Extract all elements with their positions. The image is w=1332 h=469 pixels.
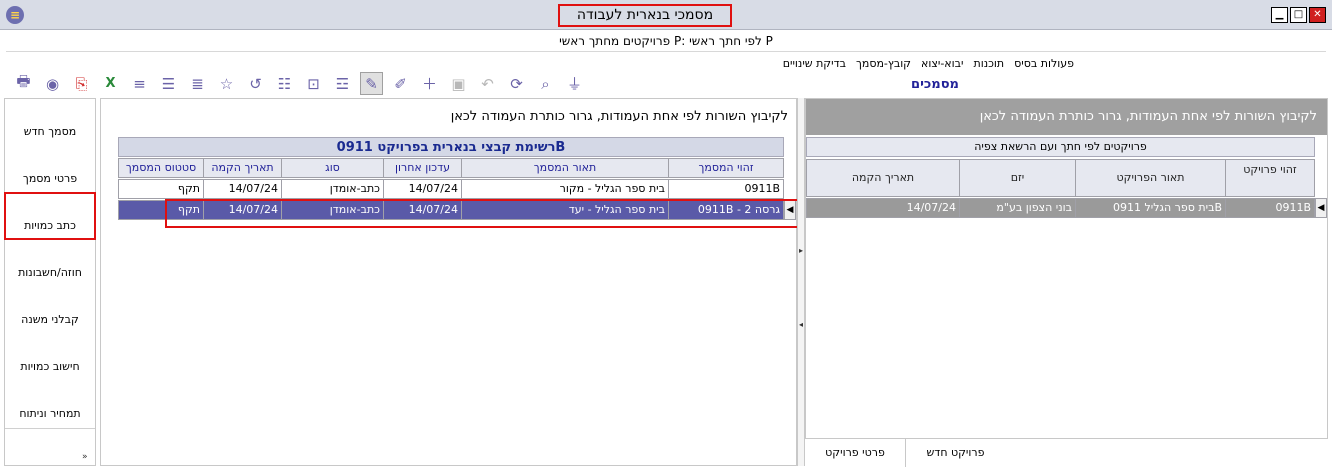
table-row-cell[interactable]: 0911B [668,179,784,199]
refresh-icon[interactable]: ⟳ [505,72,528,95]
title-bar: ≡ מסמכי בנארית לעבודה ▁ □ ✕ [0,0,1332,30]
table-row-cell[interactable]: תקף [118,179,204,199]
nav-scroll-down-icon[interactable]: » [82,452,88,462]
sub-header: פרויקטים מחתך ראשי P: לפי חתך ראשי P [6,30,1326,52]
col-project-id[interactable]: זהוי פרויקט [1225,159,1315,197]
col-type[interactable]: סוג [281,158,384,178]
minimize-button[interactable]: ▁ [1271,7,1288,23]
table-row-cell[interactable]: 14/07/24 [203,179,282,199]
search-icon[interactable]: ⌕ [534,72,557,95]
nav-quantity-calc[interactable]: חישוב כמויות [5,334,95,382]
table-row-cell[interactable]: 0911B - גרסה 2 [668,200,784,220]
maximize-button[interactable]: □ [1290,7,1307,23]
undo-icon[interactable]: ↶ [476,72,499,95]
menu-basic-actions[interactable]: פעולות בסיס [1014,55,1074,73]
group-drag-area[interactable]: לקיבוץ השורות לפי אחת העמודות, גרור כותר… [101,99,796,135]
align-icon[interactable]: ☷ [273,72,296,95]
table-row-cell[interactable]: תקף [118,200,204,220]
filter-icon[interactable]: ⏚ [563,72,586,95]
menu-check-changes[interactable]: בדיקת שינויים [783,55,846,73]
save-icon[interactable]: ▣ [447,72,470,95]
menu-import-export[interactable]: יבוא-יצוא [921,55,963,73]
list-icon[interactable]: ☲ [331,72,354,95]
nav-contract-accounts[interactable]: חוזה/חשבונות [5,240,95,288]
plus-icon[interactable]: ＋ [418,72,441,95]
grid-caption: רשימת קבצי בנארית בפרויקט 0911B [118,137,784,157]
menu-programs[interactable]: תוכנות [973,55,1004,73]
nav-pricing-analysis[interactable]: תמחיר וניתוח [5,381,95,429]
window-controls: ▁ □ ✕ [1271,7,1326,23]
splitter-left-icon[interactable]: ▸ [798,246,804,255]
nav-document-details[interactable]: פרטי מסמך [5,146,95,194]
table-row-cell[interactable]: בית ספר הגליל 0911B [1075,198,1226,218]
tab-project-details[interactable]: פרטי פרויקט [805,439,905,467]
toolbar: 🖶 ◉ ⎘ X ≡ ☰ ≣ ☆ ↺ ☷ ⊡ ☲ ✎ ✐ ＋ ▣ ↶ ⟳ ⌕ ⏚ [12,72,586,98]
preview-icon[interactable]: ◉ [41,72,64,95]
star-back-icon[interactable]: ↺ [244,72,267,95]
documents-list-panel: לקיבוץ השורות לפי אחת העמודות, גרור כותר… [100,98,797,466]
splitter-collapse-icon[interactable]: ◂ [798,320,804,329]
row-selector-icon[interactable]: ◀ [784,200,796,220]
menu-bar: פעולות בסיס תוכנות יבוא-יצוא קובץ-מסמך ב… [783,55,1074,73]
star-icon[interactable]: ☆ [215,72,238,95]
col-doc-status[interactable]: סטטוס המסמך [118,158,204,178]
nav-subcontractors[interactable]: קבלני משנה [5,287,95,335]
indent-plus-icon[interactable]: ≡ [128,72,151,95]
print-icon[interactable]: 🖶 [12,72,35,95]
col-created[interactable]: תאריך הקמה [806,159,960,197]
col-doc-desc[interactable]: תאור המסמך [461,158,669,178]
app-logo-icon: ≡ [6,6,24,24]
bottom-tabs: פרויקט חדש פרטי פרויקט [805,438,1328,467]
group-header: פרויקטים לפי חתך ועם הרשאת צפיה [806,137,1315,157]
table-row-cell[interactable]: 14/07/24 [806,198,960,218]
table-row-cell[interactable]: כתב-אומדן [281,200,384,220]
col-doc-id[interactable]: זהוי המסמך [668,158,784,178]
col-entrepreneur[interactable]: יזם [959,159,1076,197]
export-icon[interactable]: ⊡ [302,72,325,95]
table-row-cell[interactable]: כתב-אומדן [281,179,384,199]
table-row-cell[interactable]: בוני הצפון בע"מ [959,198,1076,218]
table-row-cell[interactable]: 0911B [1225,198,1315,218]
tab-new-project[interactable]: פרויקט חדש [905,439,1005,467]
nav-new-document[interactable]: מסמך חדש [5,99,95,147]
nav-bill-of-quantities[interactable]: כתב כמויות [5,193,95,241]
pen-cross-icon[interactable]: ✎ [360,72,383,95]
panel-splitter[interactable]: ▸ ◂ [797,98,805,466]
table-row-cell[interactable]: בית ספר הגליל - יעד [461,200,669,220]
menu-file-document[interactable]: קובץ-מסמך [856,55,911,73]
col-last-update[interactable]: עדכון אחרון [383,158,462,178]
table-row-cell[interactable]: בית ספר הגליל - מקור [461,179,669,199]
close-button[interactable]: ✕ [1309,7,1326,23]
lines-icon[interactable]: ☰ [157,72,180,95]
col-created[interactable]: תאריך הקמה [203,158,282,178]
window-title: מסמכי בנארית לעבודה [558,4,732,27]
group-drag-area[interactable]: לקיבוץ השורות לפי אחת העמודות, גרור כותר… [806,99,1327,135]
projects-panel: לקיבוץ השורות לפי אחת העמודות, גרור כותר… [805,98,1328,466]
col-project-desc[interactable]: תאור הפרויקט [1075,159,1226,197]
excel-icon[interactable]: X [99,72,122,95]
table-row-cell[interactable]: 14/07/24 [383,200,462,220]
edit-icon[interactable]: ✐ [389,72,412,95]
pdf-icon[interactable]: ⎘ [70,72,93,95]
row-selector-icon[interactable]: ◀ [1315,198,1327,218]
documents-title: מסמכים [911,77,959,92]
side-nav: מסמך חדש פרטי מסמך כתב כמויות חוזה/חשבונ… [4,98,96,466]
table-row-cell[interactable]: 14/07/24 [383,179,462,199]
table-row-cell[interactable]: 14/07/24 [203,200,282,220]
lines-plus-icon[interactable]: ≣ [186,72,209,95]
